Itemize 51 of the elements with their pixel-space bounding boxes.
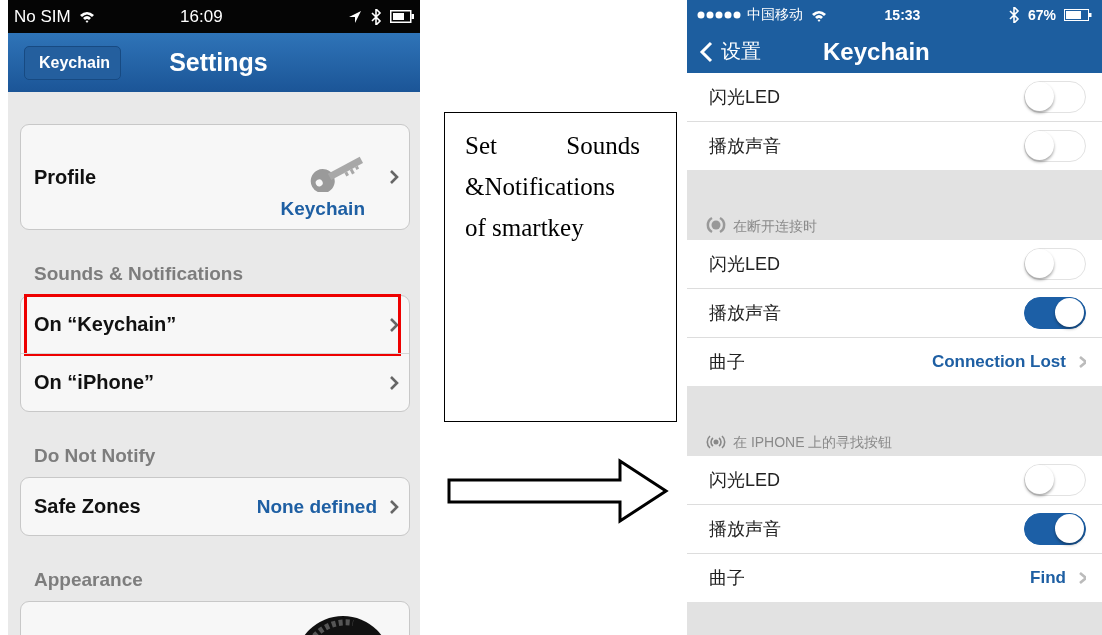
screen-title: Keychain <box>823 37 930 66</box>
row-label: 曲子 <box>709 567 746 590</box>
row-label: 闪光LED <box>709 253 781 276</box>
row-label: 播放声音 <box>709 518 782 541</box>
back-button[interactable]: 设置 <box>699 38 761 65</box>
section-header: 在断开连接时 <box>733 218 817 234</box>
settings-row[interactable]: Profile Keychain <box>21 125 409 229</box>
location-arrow-icon <box>348 9 362 24</box>
profile-value: Keychain <box>280 198 365 220</box>
row-label: 播放声音 <box>709 302 782 325</box>
signal-dots-icon <box>697 11 743 19</box>
section-header: Sounds & Notifications <box>34 263 244 285</box>
row-label: 闪光LED <box>709 469 781 492</box>
bluetooth-icon <box>1007 7 1020 23</box>
toggle-switch[interactable] <box>1024 513 1086 545</box>
broadcast-icon <box>705 434 727 450</box>
chevron-icon <box>389 498 399 515</box>
row-label: 闪光LED <box>709 86 781 109</box>
section-header: Appearance <box>34 569 144 591</box>
chevron-icon <box>389 316 399 333</box>
battery-percent: 67% <box>1027 7 1056 23</box>
bluetooth-icon <box>370 8 382 25</box>
wifi-icon <box>78 10 95 23</box>
screen-title: Settings <box>169 48 268 77</box>
row-label: 播放声音 <box>709 135 782 158</box>
toggle-switch[interactable] <box>1024 297 1086 329</box>
annotation-note: Set Sounds &Notifications of smartkey <box>444 112 677 422</box>
row-value: None defined <box>256 495 377 518</box>
back-button[interactable]: Keychain <box>24 45 122 80</box>
back-chevron-icon <box>699 40 713 63</box>
battery-icon <box>390 10 414 23</box>
chevron-icon <box>389 169 399 185</box>
right-arrow-icon <box>446 458 670 524</box>
status-time: 15:33 <box>883 7 922 23</box>
chevron-icon <box>1078 355 1086 369</box>
radio-button-icon <box>705 216 727 234</box>
row-label: 曲子 <box>709 351 746 374</box>
settings-row[interactable]: On “iPhone” <box>21 353 409 411</box>
row-value[interactable]: Connection Lost <box>931 352 1066 372</box>
section-header: 在 IPHONE 上的寻找按钮 <box>733 434 893 450</box>
wifi-icon <box>811 8 827 22</box>
carrier-name: No SIM <box>14 6 71 27</box>
row-value[interactable]: Find <box>1030 568 1066 588</box>
chevron-icon <box>389 374 399 391</box>
carrier-name: 中国移动 <box>747 6 803 24</box>
settings-row[interactable]: On “Keychain” <box>21 296 409 353</box>
chevron-icon <box>1078 571 1086 585</box>
status-time: 16:09 <box>179 6 224 27</box>
section-header: Do Not Notify <box>34 445 157 467</box>
settings-row[interactable]: Safe Zones None defined <box>21 478 409 535</box>
battery-icon <box>1064 9 1092 21</box>
